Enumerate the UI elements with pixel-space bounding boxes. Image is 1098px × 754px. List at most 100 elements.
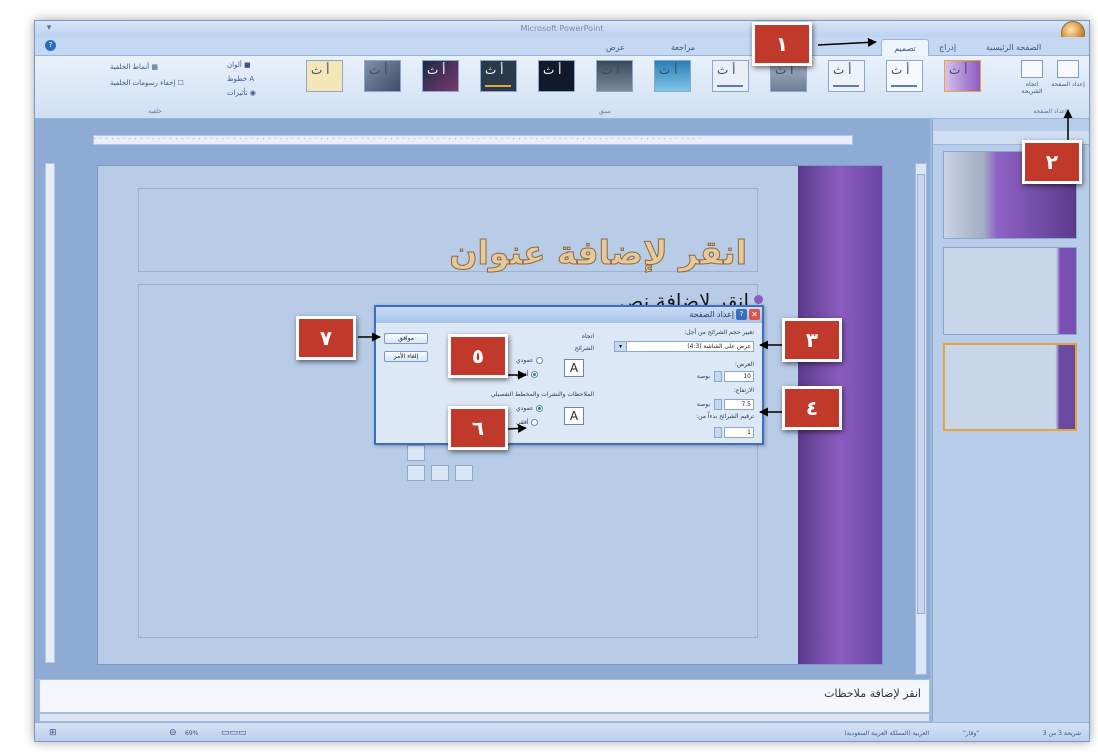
theme-thumb-1[interactable]: أ ث: [944, 60, 981, 92]
cancel-button[interactable]: إلغاء الأمر: [384, 351, 428, 362]
status-language[interactable]: العربية (المملكة العربية السعودية): [844, 723, 929, 741]
tab-review[interactable]: مراجعة: [665, 39, 701, 56]
title-placeholder[interactable]: انقر لإضافة عنوان: [138, 188, 758, 273]
colors-icon: ■: [244, 61, 251, 69]
size-label: تغيير حجم الشرائح من أجل:: [684, 329, 754, 336]
insert-table-icon[interactable]: [407, 445, 425, 461]
width-label: العرض:: [735, 361, 754, 368]
slides-landscape-radio[interactable]: أفقي: [516, 371, 538, 378]
theme-thumb-6[interactable]: أ ث: [654, 60, 691, 92]
orientation-label: اتجاه: [581, 333, 594, 340]
horizontal-ruler: · · · · · · · · · · · · · · · · · · · · …: [93, 135, 853, 145]
height-spinner[interactable]: [714, 399, 722, 410]
help-icon[interactable]: ?: [45, 40, 56, 51]
theme-thumb-12[interactable]: أ ث: [306, 60, 343, 92]
callout-6: ٦: [448, 406, 508, 450]
theme-thumb-5[interactable]: أ ث: [712, 60, 749, 92]
bullet-icon: [754, 295, 763, 304]
notes-orientation-icon: A: [564, 407, 584, 425]
window-title: Microsoft PowerPoint: [520, 24, 604, 33]
title-placeholder-text: انقر لإضافة عنوان: [449, 233, 748, 273]
theme-thumb-7[interactable]: أ ث: [596, 60, 633, 92]
fonts-icon: A: [249, 75, 255, 83]
tab-home[interactable]: الصفحة الرئيسية: [980, 39, 1047, 56]
group-label-themes: نسق: [598, 108, 612, 115]
notes-pane[interactable]: انقر لإضافة ملاحظات: [39, 679, 930, 713]
slide-thumbnail-2[interactable]: [943, 247, 1077, 335]
theme-thumb-8[interactable]: أ ث: [538, 60, 575, 92]
theme-colors-button[interactable]: ■ ألوان: [227, 60, 251, 71]
numbering-spinner[interactable]: [714, 427, 722, 438]
callout-4: ٤: [782, 386, 842, 430]
page-setup-dialog: إعداد الصفحة ? ✕ تغيير حجم الشرائح من أج…: [374, 305, 764, 445]
height-unit: بوصة: [696, 401, 710, 408]
fit-window-icon[interactable]: ⊞: [49, 723, 57, 741]
theme-fonts-button[interactable]: A خطوط: [227, 74, 254, 85]
numbering-input[interactable]: 1: [724, 427, 754, 438]
dialog-title-bar: إعداد الصفحة ? ✕: [376, 307, 762, 323]
orientation-icon: [1021, 60, 1043, 78]
close-icon[interactable]: ✕: [749, 309, 760, 320]
callout-5: ٥: [448, 334, 508, 378]
theme-thumb-11[interactable]: أ ث: [364, 60, 401, 92]
height-input[interactable]: 7.5: [724, 399, 754, 410]
ok-button[interactable]: موافق: [384, 333, 428, 344]
horizontal-scrollbar[interactable]: [39, 713, 930, 722]
chevron-down-icon[interactable]: ▾: [614, 341, 627, 352]
effects-icon: ◉: [249, 89, 256, 97]
background-styles-button[interactable]: ▦ أنماط الخلفية: [110, 62, 158, 73]
slides-orientation-icon: A: [564, 359, 584, 377]
vertical-ruler: [45, 163, 55, 663]
status-theme: "وقار": [962, 730, 979, 737]
group-label-page-setup: إعداد الصفحة: [1033, 108, 1067, 115]
notes-portrait-radio[interactable]: عمودي: [516, 405, 543, 412]
width-spinner[interactable]: [714, 371, 722, 382]
theme-thumb-2[interactable]: أ ث: [886, 60, 923, 92]
hide-background-checkbox[interactable]: ☐ إخفاء رسومات الخلفية: [110, 78, 184, 89]
tab-insert[interactable]: إدراج: [933, 39, 962, 56]
group-label-background: خلفية: [148, 108, 162, 115]
background-styles-icon: ▦: [151, 63, 158, 71]
scrollbar-thumb[interactable]: [917, 174, 925, 614]
status-slide-info: شريحة 3 من 3: [1042, 730, 1081, 737]
quick-access-arrow-icon[interactable]: ▾: [43, 23, 55, 33]
slide-orientation-button[interactable]: اتجاه الشريحة: [1015, 60, 1049, 114]
view-buttons-icon[interactable]: ▭▭▭: [221, 723, 247, 741]
callout-7: ٧: [296, 316, 356, 360]
insert-clipart-icon[interactable]: [431, 465, 449, 481]
callout-3: ٣: [782, 318, 842, 362]
page-setup-icon: [1057, 60, 1079, 78]
height-label: الارتفاع:: [733, 387, 754, 394]
status-bar: شريحة 3 من 3 "وقار" العربية (المملكة الع…: [35, 722, 1089, 741]
tab-view[interactable]: عرض: [600, 39, 631, 56]
vertical-scrollbar[interactable]: [915, 163, 927, 675]
dialog-title: إعداد الصفحة: [689, 310, 734, 319]
slides-portrait-radio[interactable]: عمودي: [516, 357, 543, 364]
zoom-out-icon[interactable]: ⊖: [169, 723, 177, 741]
title-bar: ▾ Microsoft PowerPoint: [35, 21, 1089, 45]
theme-thumb-9[interactable]: أ ث: [480, 60, 517, 92]
page-setup-button[interactable]: إعداد الصفحة: [1051, 60, 1085, 114]
slide-size-select[interactable]: عرض على الشاشة (4:3): [614, 341, 754, 352]
callout-1: ١: [752, 22, 812, 66]
theme-thumb-10[interactable]: أ ث: [422, 60, 459, 92]
slides-panel: [932, 119, 1089, 722]
width-unit: بوصة: [696, 373, 710, 380]
theme-effects-button[interactable]: ◉ تأثيرات: [227, 88, 256, 99]
numbering-label: ترقيم الشرائح بدءاً من:: [696, 413, 754, 420]
callout-2: ٢: [1022, 140, 1082, 184]
notes-orientation-label: الملاحظات والنشرات والمخطط التفصيلي: [490, 391, 594, 398]
checkbox-icon: ☐: [177, 79, 184, 87]
notes-landscape-radio[interactable]: أفقي: [516, 419, 538, 426]
insert-picture-icon[interactable]: [407, 465, 425, 481]
help-icon[interactable]: ?: [736, 309, 747, 320]
screenshot-frame: ▾ Microsoft PowerPoint ? عرض مراجعة تصمي…: [0, 0, 1098, 754]
notes-placeholder: انقر لإضافة ملاحظات: [824, 687, 921, 700]
insert-smartart-icon[interactable]: [455, 465, 473, 481]
width-input[interactable]: 10: [724, 371, 754, 382]
tab-design[interactable]: تصميم: [881, 39, 929, 56]
slides-orientation-label: الشرائح: [574, 345, 594, 352]
status-zoom[interactable]: 69%: [185, 723, 198, 741]
theme-thumb-3[interactable]: أ ث: [828, 60, 865, 92]
slide-thumbnail-3[interactable]: [943, 343, 1077, 431]
